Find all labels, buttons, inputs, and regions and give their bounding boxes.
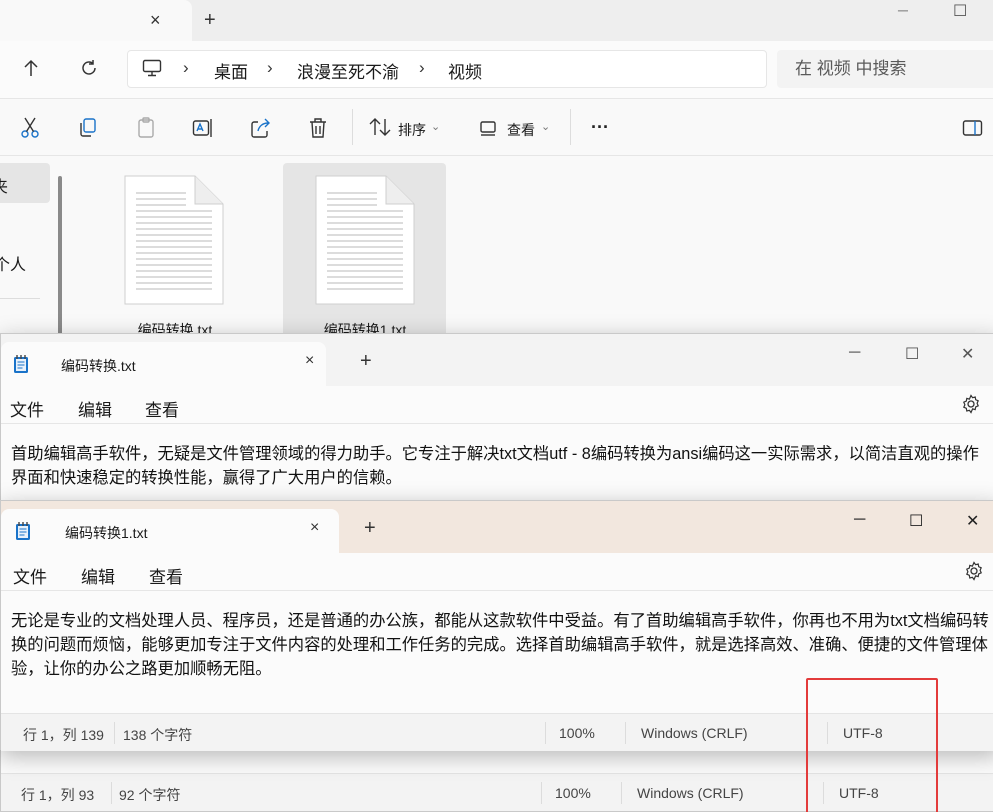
status-divider xyxy=(111,782,112,804)
status-char-count: 138 个字符 xyxy=(123,727,193,743)
view-button-label[interactable]: 查看 xyxy=(507,120,535,140)
encoding-highlight-box xyxy=(806,678,938,812)
menu-view[interactable]: 查看 xyxy=(145,396,179,421)
nav-scrollbar[interactable] xyxy=(58,176,62,336)
notepad-text-area[interactable]: 无论是专业的文档处理人员、程序员，还是普通的办公族，都能从这款软件中受益。有了首… xyxy=(11,609,993,681)
new-tab-button[interactable]: + xyxy=(360,350,372,373)
menu-file[interactable]: 文件 xyxy=(13,563,47,588)
chevron-down-icon: ⌄ xyxy=(431,121,441,133)
nav-item-quick-access[interactable]: 夹 xyxy=(0,173,8,197)
notepad-app-icon xyxy=(13,354,29,374)
status-divider xyxy=(621,782,622,804)
sort-button-label[interactable]: 排序 xyxy=(398,120,426,140)
status-cursor-position: 行 1，列 139 xyxy=(23,727,104,743)
refresh-icon[interactable] xyxy=(80,59,98,77)
search-input[interactable]: 在 视频 中搜索 xyxy=(777,50,993,88)
close-button[interactable]: ✕ xyxy=(966,511,979,531)
explorer-new-tab-button[interactable]: + xyxy=(204,9,216,32)
tab-close-button[interactable]: × xyxy=(305,352,314,370)
maximize-button[interactable]: ☐ xyxy=(909,511,923,531)
file-item-selected[interactable]: 编码转换1.txt xyxy=(284,163,446,338)
breadcrumb-video[interactable]: 视频 xyxy=(448,58,482,83)
settings-gear-icon[interactable] xyxy=(964,561,984,581)
status-line-ending[interactable]: Windows (CRLF) xyxy=(641,725,748,741)
toolbar-divider xyxy=(352,109,353,145)
explorer-maximize-button[interactable]: ☐ xyxy=(953,1,967,21)
more-options-icon[interactable]: ··· xyxy=(591,117,609,138)
chevron-right-icon: › xyxy=(267,58,273,77)
minimize-button[interactable]: ─ xyxy=(854,511,865,529)
text-file-icon xyxy=(124,175,224,305)
sort-icon[interactable] xyxy=(369,117,391,137)
menu-edit[interactable]: 编辑 xyxy=(81,563,115,588)
status-divider xyxy=(545,722,546,744)
file-item[interactable]: 编码转换.txt xyxy=(94,163,256,338)
chevron-down-icon: ⌄ xyxy=(541,121,551,133)
explorer-tab-close-button[interactable]: × xyxy=(150,10,161,31)
notepad-app-icon xyxy=(15,521,31,541)
maximize-button[interactable]: ☐ xyxy=(905,344,919,364)
share-icon[interactable] xyxy=(250,117,272,139)
status-line-ending[interactable]: Windows (CRLF) xyxy=(637,785,744,801)
new-tab-button[interactable]: + xyxy=(364,517,376,540)
breadcrumb-folder[interactable]: 浪漫至死不渝 xyxy=(297,58,399,83)
paste-icon[interactable] xyxy=(136,117,156,139)
status-divider xyxy=(625,722,626,744)
status-zoom[interactable]: 100% xyxy=(559,725,595,741)
menu-edit[interactable]: 编辑 xyxy=(78,396,112,421)
settings-gear-icon[interactable] xyxy=(961,394,981,414)
notepad-tab[interactable] xyxy=(1,509,339,553)
status-divider xyxy=(114,722,115,744)
text-file-icon xyxy=(315,175,415,305)
explorer-tab[interactable] xyxy=(0,0,192,41)
close-button[interactable]: ✕ xyxy=(961,344,974,364)
menu-view[interactable]: 查看 xyxy=(149,563,183,588)
status-zoom[interactable]: 100% xyxy=(555,785,591,801)
delete-icon[interactable] xyxy=(308,117,328,139)
menu-file[interactable]: 文件 xyxy=(10,396,44,421)
explorer-minimize-button[interactable]: ─ xyxy=(898,2,908,18)
copy-icon[interactable] xyxy=(78,117,98,139)
breadcrumb-desktop[interactable]: 桌面 xyxy=(214,58,248,83)
nav-divider xyxy=(0,298,40,299)
toolbar-divider xyxy=(570,109,571,145)
notepad-text-area[interactable]: 首助编辑高手软件，无疑是文件管理领域的得力助手。它专注于解决txt文档utf -… xyxy=(11,442,993,490)
chevron-right-icon: › xyxy=(183,58,189,77)
details-pane-icon[interactable] xyxy=(962,119,984,137)
up-arrow-icon[interactable] xyxy=(22,58,40,78)
nav-item-personal[interactable]: 个人 xyxy=(0,251,26,275)
status-divider xyxy=(541,782,542,804)
notepad-tab-title: 编码转换.txt xyxy=(61,358,136,374)
cut-icon[interactable] xyxy=(20,117,40,139)
chevron-right-icon: › xyxy=(419,58,425,77)
notepad-tab[interactable] xyxy=(1,342,326,386)
status-char-count: 92 个字符 xyxy=(119,787,181,803)
view-icon[interactable] xyxy=(479,119,497,137)
minimize-button[interactable]: ─ xyxy=(849,344,860,362)
notepad-tab-title: 编码转换1.txt xyxy=(65,525,148,541)
rename-icon[interactable] xyxy=(192,117,214,139)
this-pc-icon xyxy=(142,59,162,77)
status-cursor-position: 行 1，列 93 xyxy=(21,787,95,803)
tab-close-button[interactable]: × xyxy=(310,519,319,537)
